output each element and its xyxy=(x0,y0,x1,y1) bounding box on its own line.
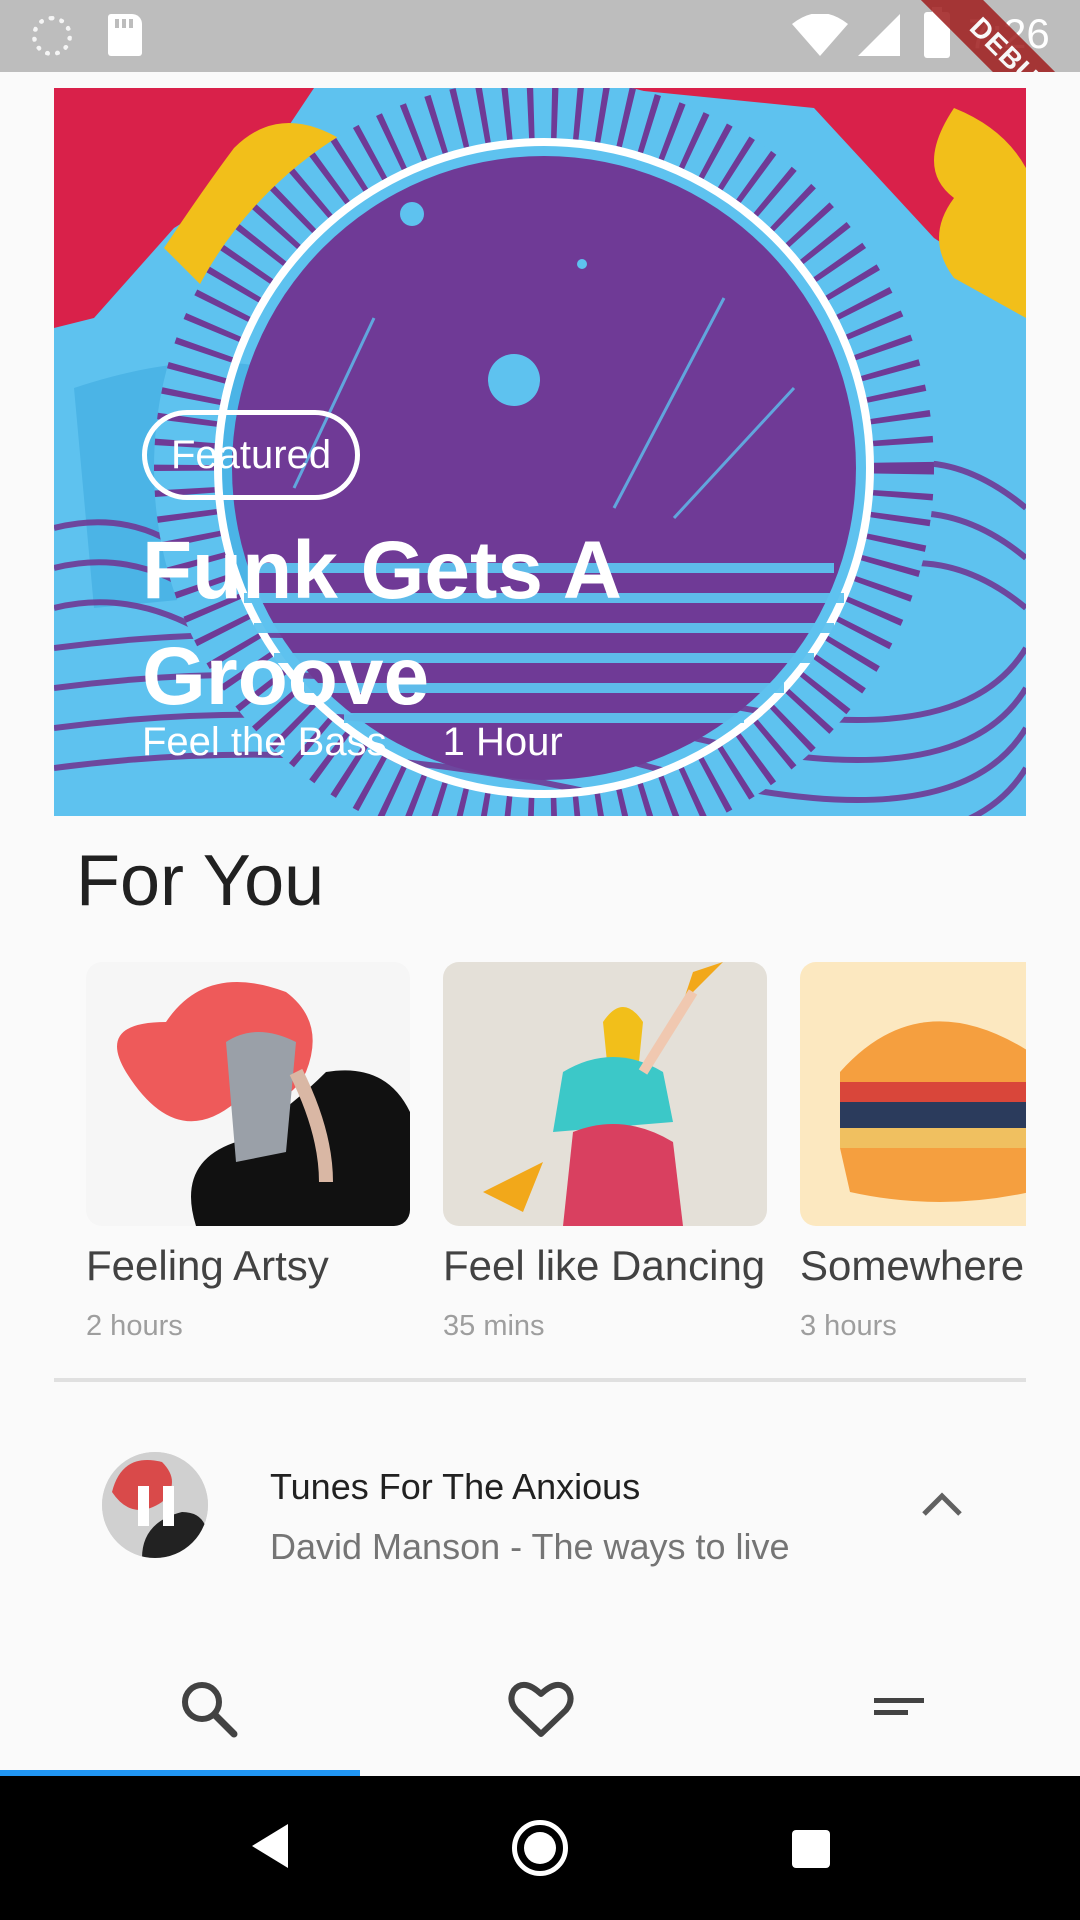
recent-apps-icon[interactable] xyxy=(792,1830,830,1868)
wifi-icon xyxy=(792,14,848,56)
playlist-card-somewhere[interactable]: Somewhere 3 hours xyxy=(800,962,1026,1343)
playlist-artwork xyxy=(800,962,1026,1226)
playlist-duration: 35 mins xyxy=(443,1310,545,1342)
tab-search[interactable] xyxy=(30,1636,390,1776)
playlist-title: Somewhere xyxy=(800,1242,1025,1289)
home-icon[interactable] xyxy=(512,1820,568,1876)
featured-banner[interactable]: Featured Funk Gets A Groove Feel the Bas… xyxy=(54,88,1026,816)
playlist-title: Feel like Dancing xyxy=(443,1242,766,1289)
heart-icon xyxy=(508,1681,574,1737)
status-bar: 7:26 DEBUG xyxy=(0,0,1080,72)
featured-meta: Feel the Bass 1 Hour xyxy=(142,720,563,765)
system-navigation-bar xyxy=(0,1776,1080,1920)
now-playing-title: Tunes For The Anxious xyxy=(270,1466,641,1507)
playlist-artwork xyxy=(86,962,410,1226)
chevron-up-icon[interactable] xyxy=(920,1490,964,1520)
playlist-duration: 3 hours xyxy=(800,1310,897,1342)
featured-tag: Featured xyxy=(142,410,361,500)
signal-icon xyxy=(858,14,900,56)
featured-title: Funk Gets A Groove xyxy=(142,525,619,722)
featured-subtitle: Feel the Bass xyxy=(142,720,387,764)
featured-duration: 1 Hour xyxy=(442,720,563,764)
menu-icon xyxy=(874,1698,924,1715)
now-playing-artwork[interactable] xyxy=(102,1452,208,1558)
loading-icon xyxy=(32,16,72,56)
playlist-card-feel-like-dancing[interactable]: Feel like Dancing 35 mins xyxy=(443,962,767,1343)
now-playing-subtitle: David Manson - The ways to live xyxy=(270,1526,790,1567)
playlist-duration: 2 hours xyxy=(86,1310,183,1342)
playlist-title: Feeling Artsy xyxy=(86,1242,329,1289)
playlist-artwork xyxy=(443,962,767,1226)
tab-favorites[interactable] xyxy=(360,1636,720,1776)
pause-icon[interactable] xyxy=(138,1486,174,1526)
tab-library[interactable] xyxy=(720,1636,1080,1776)
for-you-carousel[interactable]: Feeling Artsy 2 hours Feel like Dancing … xyxy=(86,962,1026,1362)
sd-card-icon xyxy=(108,14,142,56)
playlist-card-feeling-artsy[interactable]: Feeling Artsy 2 hours xyxy=(86,962,410,1343)
divider xyxy=(54,1378,1026,1382)
back-icon[interactable] xyxy=(250,1822,290,1870)
bottom-navigation xyxy=(0,1636,1080,1776)
section-title-for-you: For You xyxy=(76,841,325,921)
search-icon xyxy=(182,1682,238,1738)
